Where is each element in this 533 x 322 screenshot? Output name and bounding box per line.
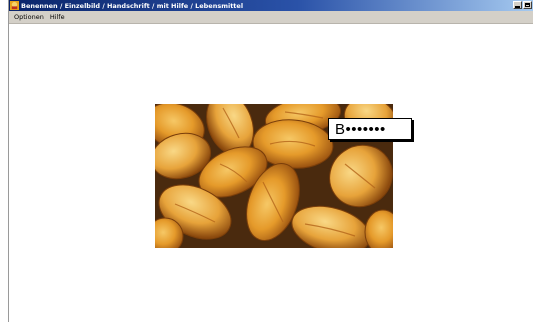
window-title: Benennen / Einzelbild / Handschrift / mi…: [21, 1, 244, 10]
answer-field[interactable]: B•••••••: [328, 118, 412, 140]
minimize-button[interactable]: [513, 1, 522, 9]
menu-bar: Optionen Hilfe: [9, 11, 533, 24]
answer-text: B•••••••: [335, 120, 386, 138]
maximize-button[interactable]: [523, 1, 532, 9]
maximize-icon: [525, 3, 530, 7]
app-icon: [10, 1, 19, 10]
minimize-icon: [515, 3, 520, 8]
menu-hilfe[interactable]: Hilfe: [47, 13, 68, 21]
menu-optionen[interactable]: Optionen: [9, 13, 47, 21]
title-bar[interactable]: Benennen / Einzelbild / Handschrift / mi…: [9, 0, 533, 11]
window-controls: [513, 1, 532, 9]
